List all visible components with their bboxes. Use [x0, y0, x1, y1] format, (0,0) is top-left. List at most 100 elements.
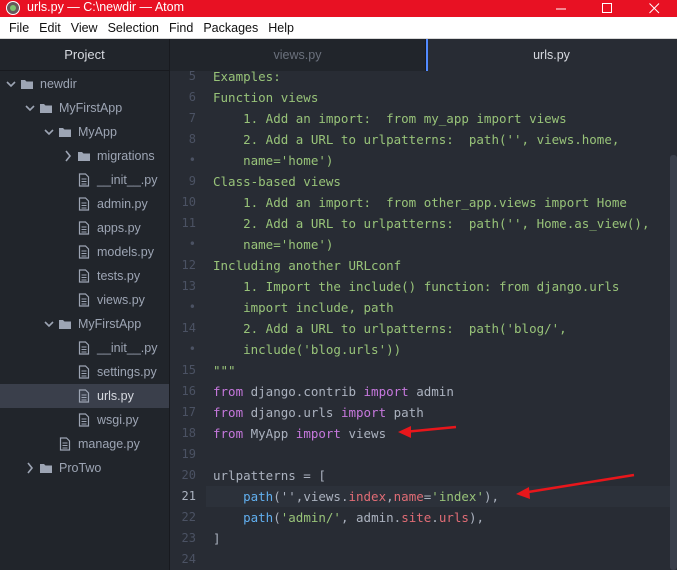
tree-folder[interactable]: MyFirstApp	[0, 312, 169, 336]
code-line[interactable]: include('blog.urls'))	[213, 339, 401, 360]
code-line[interactable]: path('',views.index,name='index'),	[213, 486, 499, 507]
code-line[interactable]: ]	[213, 528, 221, 549]
folder-icon	[40, 464, 52, 473]
tree-file[interactable]: manage.py	[0, 432, 169, 456]
code-token: 1. Add an import: from my_app import vie…	[213, 111, 567, 126]
folder-icon	[21, 80, 33, 89]
code-token: django.urls	[243, 405, 341, 420]
code-token: """	[213, 363, 236, 378]
file-text-icon	[78, 269, 90, 283]
tree-item-label: __init__.py	[97, 173, 158, 187]
tree-file[interactable]: wsgi.py	[0, 408, 169, 432]
file-text-icon	[78, 197, 90, 211]
tree-item-label: urls.py	[97, 389, 134, 403]
code-line[interactable]: from django.urls import path	[213, 402, 424, 423]
tree-file[interactable]: models.py	[0, 240, 169, 264]
code-token: 'admin/'	[280, 510, 341, 525]
code-token: 2. Add a URL to urlpatterns: path('blog/…	[213, 321, 567, 336]
code-token: views	[340, 426, 387, 441]
line-number: •	[188, 237, 196, 251]
code-line[interactable]: path('admin/', admin.site.urls),	[213, 507, 484, 528]
tree-file[interactable]: settings.py	[0, 360, 169, 384]
maximize-icon	[601, 3, 612, 13]
project-panel-title: Project	[0, 39, 169, 71]
chevron-down-icon[interactable]	[44, 126, 54, 138]
line-number: 5	[188, 71, 196, 83]
code-line[interactable]: Class-based views	[213, 171, 341, 192]
menu-find[interactable]: Find	[164, 17, 198, 39]
file-text-icon	[78, 173, 90, 187]
code-token: django.contrib	[243, 384, 364, 399]
tree-item-label: admin.py	[97, 197, 148, 211]
code-line[interactable]: 2. Add a URL to urlpatterns: path('', vi…	[213, 129, 619, 150]
minimize-icon	[555, 8, 566, 10]
tree-file[interactable]: admin.py	[0, 192, 169, 216]
menu-help[interactable]: Help	[263, 17, 299, 39]
code-token: from	[213, 405, 244, 420]
tree-folder[interactable]: newdir	[0, 72, 169, 96]
tree-folder[interactable]: MyApp	[0, 120, 169, 144]
file-text-icon	[78, 389, 90, 403]
code-line[interactable]: 1. Add an import: from my_app import vie…	[213, 108, 567, 129]
line-number: 22	[181, 510, 196, 524]
tab-views-py[interactable]: views.py	[170, 39, 426, 71]
tree-file[interactable]: urls.py	[0, 384, 169, 408]
close-button[interactable]	[631, 0, 677, 17]
line-number: •	[188, 153, 196, 167]
tab-bar: views.py urls.py	[170, 39, 677, 71]
code-line[interactable]: from django.contrib import admin	[213, 381, 454, 402]
code-line[interactable]: Examples:	[213, 71, 281, 87]
menu-packages[interactable]: Packages	[198, 17, 263, 39]
code-line[interactable]: 1. Import the include() function: from d…	[213, 276, 619, 297]
tree-file[interactable]: __init__.py	[0, 336, 169, 360]
tree-item-label: MyFirstApp	[78, 317, 142, 331]
folder-icon	[78, 152, 90, 161]
tree-item-label: newdir	[40, 77, 77, 91]
tree-folder[interactable]: ProTwo	[0, 456, 169, 480]
code-line[interactable]: """	[213, 360, 236, 381]
code-line[interactable]: 1. Add an import: from other_app.views i…	[213, 192, 627, 213]
code-editor[interactable]: 5 6 7 8 • 9 10 11 • 12 13 • 14 • 15 16 17 18 19 20 21 22 23 24 …	[170, 71, 677, 570]
tree-file[interactable]: __init__.py	[0, 168, 169, 192]
minimize-button[interactable]	[538, 0, 584, 17]
code-line[interactable]: name='home')	[213, 234, 333, 255]
code-token: ,views.	[295, 489, 349, 504]
code-token: 1. Import the include() function: from d…	[213, 279, 620, 294]
tree-folder[interactable]: migrations	[0, 144, 169, 168]
line-number: 14	[181, 321, 196, 335]
tree-file[interactable]: apps.py	[0, 216, 169, 240]
code-line[interactable]: 2. Add a URL to urlpatterns: path('', Ho…	[213, 213, 649, 234]
tree-folder[interactable]: MyFirstApp	[0, 96, 169, 120]
code-token: urls	[438, 510, 469, 525]
menu-file[interactable]: File	[4, 17, 34, 39]
chevron-down-icon[interactable]	[25, 102, 35, 114]
code-line[interactable]: Including another URLconf	[213, 255, 401, 276]
menu-edit[interactable]: Edit	[34, 17, 66, 39]
code-token: Class-based views	[213, 174, 341, 189]
code-line[interactable]: name='home')	[213, 150, 333, 171]
tab-urls-py[interactable]: urls.py	[426, 39, 677, 71]
tree-file[interactable]: views.py	[0, 288, 169, 312]
menu-selection[interactable]: Selection	[103, 17, 164, 39]
tree-file[interactable]: tests.py	[0, 264, 169, 288]
vertical-scrollbar[interactable]	[670, 155, 677, 570]
code-line[interactable]: Function views	[213, 87, 318, 108]
chevron-down-icon[interactable]	[44, 318, 54, 330]
tree-item-label: models.py	[97, 245, 154, 259]
code-line[interactable]: 2. Add a URL to urlpatterns: path('blog/…	[213, 318, 567, 339]
file-text-icon	[78, 365, 90, 379]
line-number: •	[188, 342, 196, 356]
code-token: admin	[408, 384, 454, 399]
menu-view[interactable]: View	[66, 17, 103, 39]
code-line[interactable]: from MyApp import views	[213, 423, 386, 444]
line-number: 10	[181, 195, 196, 209]
chevron-right-icon[interactable]	[63, 150, 73, 162]
code-line[interactable]: urlpatterns = [	[213, 465, 326, 486]
file-text-icon	[78, 341, 90, 355]
line-number: •	[188, 300, 196, 314]
code-line[interactable]: import include, path	[213, 297, 394, 318]
maximize-button[interactable]	[584, 0, 630, 17]
chevron-right-icon[interactable]	[25, 462, 35, 474]
chevron-down-icon[interactable]	[6, 78, 16, 90]
